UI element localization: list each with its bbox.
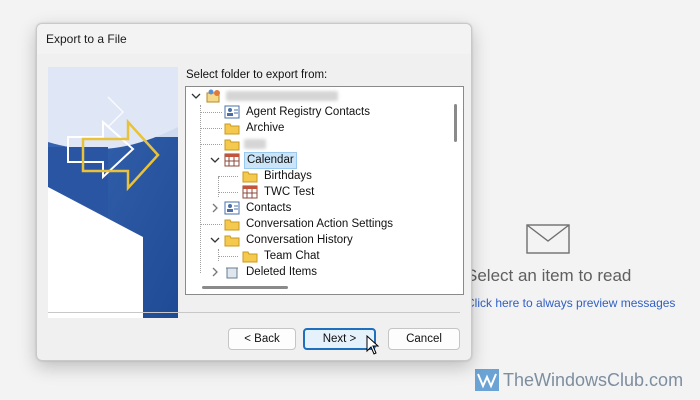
folder-icon xyxy=(224,139,240,151)
chevron-down-icon[interactable] xyxy=(210,235,220,245)
contacts-folder-icon xyxy=(224,105,240,119)
folder-icon xyxy=(224,219,240,231)
tree-item[interactable]: Agent Registry Contacts xyxy=(224,104,372,120)
tree-item[interactable]: Birthdays xyxy=(242,168,314,184)
tree-item-label: Agent Registry Contacts xyxy=(246,105,371,118)
folder-icon xyxy=(242,251,258,263)
tree-item[interactable]: Deleted Items xyxy=(224,264,319,280)
tree-item-selected[interactable]: Calendar xyxy=(224,151,297,169)
horizontal-scrollbar[interactable] xyxy=(186,280,448,294)
watermark-text: TheWindowsClub.com xyxy=(503,369,684,390)
scrollbar-corner xyxy=(449,280,463,294)
chevron-right-icon[interactable] xyxy=(210,203,220,213)
tree-item[interactable]: Team Chat xyxy=(242,248,322,264)
vertical-scrollbar[interactable] xyxy=(449,87,463,280)
export-dialog: Export to a File Select folder to export… xyxy=(36,23,472,361)
tree-item-label: Calendar xyxy=(244,151,297,169)
horizontal-scroll-thumb[interactable] xyxy=(202,286,288,289)
vertical-scroll-thumb[interactable] xyxy=(454,104,457,142)
cancel-button[interactable]: Cancel xyxy=(388,328,460,350)
folder-prompt: Select folder to export from: xyxy=(186,69,328,81)
chevron-down-icon[interactable] xyxy=(210,155,220,165)
watermark: TheWindowsClub.com xyxy=(475,368,683,392)
preview-messages-link[interactable]: Click here to always preview messages xyxy=(466,296,675,310)
tree-item[interactable]: Conversation History xyxy=(224,232,355,248)
folder-icon xyxy=(242,171,258,183)
chevron-right-icon[interactable] xyxy=(210,267,220,277)
wizard-art-image xyxy=(48,67,178,318)
calendar-icon xyxy=(224,153,240,167)
tree-item-label: Conversation History xyxy=(246,233,353,246)
tree-item-label: Deleted Items xyxy=(246,265,317,278)
envelope-icon xyxy=(526,224,570,254)
back-button[interactable]: < Back xyxy=(228,328,296,350)
contacts-folder-icon xyxy=(224,201,240,215)
dialog-title: Export to a File xyxy=(46,32,127,46)
tree-item-label: Team Chat xyxy=(264,249,320,262)
mailbox-account-icon xyxy=(206,89,220,103)
dialog-separator xyxy=(48,312,460,313)
dialog-titlebar: Export to a File xyxy=(37,24,471,54)
folder-icon xyxy=(224,123,240,135)
tree-item-account[interactable] xyxy=(206,88,338,104)
windowsclub-logo-icon xyxy=(475,369,499,391)
tree-item[interactable]: TWC Test xyxy=(242,184,316,200)
deleted-items-icon xyxy=(226,267,238,279)
tree-item[interactable] xyxy=(224,136,266,152)
tree-item-label: Conversation Action Settings xyxy=(246,217,394,230)
chevron-down-icon[interactable] xyxy=(191,91,201,101)
folder-icon xyxy=(224,235,240,247)
redacted-account-name xyxy=(226,91,338,101)
reading-pane-title: Select an item to read xyxy=(466,266,632,285)
tree-item-label: Contacts xyxy=(246,201,292,214)
folder-tree[interactable]: Agent Registry Contacts Archive Calendar… xyxy=(185,86,464,295)
tree-item[interactable]: Conversation Action Settings xyxy=(224,216,395,232)
tree-item[interactable]: Contacts xyxy=(224,200,293,216)
tree-item-label: Birthdays xyxy=(264,169,312,182)
mouse-cursor-icon xyxy=(366,335,380,355)
tree-item[interactable]: Archive xyxy=(224,120,286,136)
calendar-icon xyxy=(242,185,258,199)
tree-item-label: Archive xyxy=(246,121,285,134)
tree-item-label: TWC Test xyxy=(264,185,315,198)
redacted-folder-name xyxy=(244,139,266,149)
